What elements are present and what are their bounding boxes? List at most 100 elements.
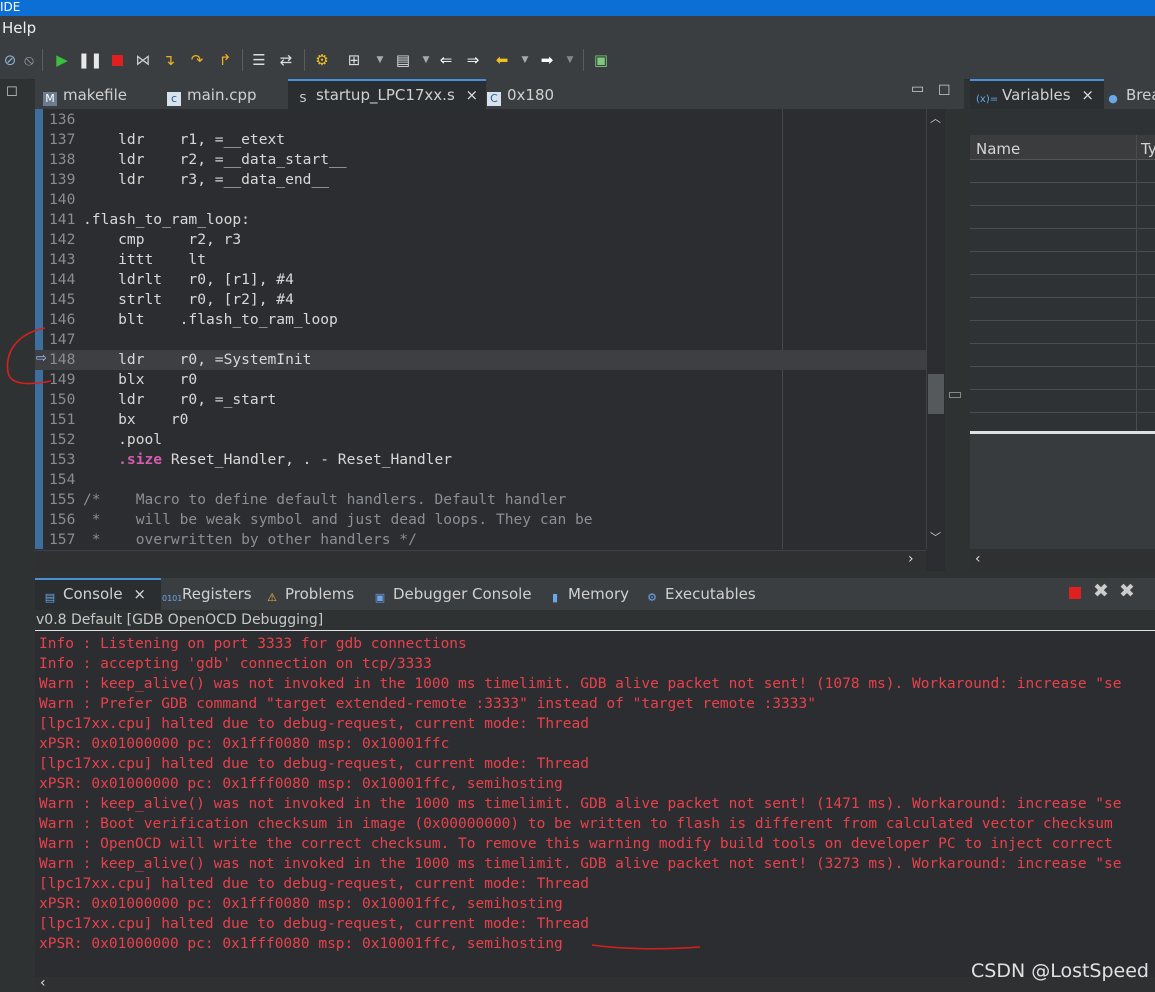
terminate-icon[interactable] <box>1069 587 1081 599</box>
variables-table-header: Name Ty <box>970 135 1155 160</box>
scroll-down-icon[interactable]: ﹀ <box>930 529 941 545</box>
back-icon[interactable]: ⇐ <box>437 51 455 69</box>
chevron-down-icon[interactable]: ▼ <box>417 51 435 69</box>
line-number: 137 <box>49 131 76 148</box>
tab-makefile[interactable]: Mmakefile <box>43 79 127 109</box>
tab-memory[interactable]: ▮ Memory <box>548 578 629 608</box>
tab-label: makefile <box>63 86 128 104</box>
code-keyword: .size <box>83 451 163 468</box>
code-line: 136 <box>49 110 926 130</box>
skip-breakpoints-icon[interactable]: ⊘ <box>1 51 19 69</box>
tab-breakpoints[interactable]: ● Brea <box>1106 79 1155 109</box>
console-icon: ▤ <box>44 591 56 604</box>
skip-breakpoints-icon[interactable]: ⦸ <box>20 51 38 69</box>
tab-registers[interactable]: 0101Registers <box>162 578 252 608</box>
tab-debugger-console[interactable]: ▣ Debugger Console <box>373 578 532 608</box>
console-line: Warn : Boot verification checksum in ima… <box>39 816 1113 832</box>
terminate-icon[interactable] <box>108 51 126 69</box>
debug-config-icon[interactable]: ⊞ <box>345 51 363 69</box>
chevron-down-icon[interactable]: ▼ <box>561 51 579 69</box>
new-window-icon[interactable]: ▣ <box>592 51 610 69</box>
maximize-icon[interactable]: ☐ <box>938 83 951 99</box>
code-text: * overwritten by other handlers */ <box>83 531 417 548</box>
console-line: Warn : keep_alive() was not invoked in t… <box>39 796 1122 812</box>
variables-horizontal-scrollbar[interactable]: ‹ <box>970 550 1155 571</box>
tab-startup-lpc17xx[interactable]: Sstartup_LPC17xx.s × <box>288 79 486 111</box>
line-number: 145 <box>49 291 76 308</box>
code-text: ittt lt <box>83 251 207 268</box>
scroll-up-icon[interactable]: ︿ <box>930 110 941 126</box>
external-tool-icon[interactable]: ▤ <box>394 51 412 69</box>
code-line: 143 ittt lt <box>49 250 926 270</box>
scroll-left-icon[interactable]: ‹ <box>975 551 981 567</box>
line-number: 138 <box>49 151 76 168</box>
variables-detail-pane <box>970 434 1155 549</box>
editor-vertical-scrollbar[interactable]: ︿ ﹀ <box>926 109 945 549</box>
line-number: 152 <box>49 431 76 448</box>
menu-help[interactable]: Help <box>2 16 36 41</box>
table-row <box>970 390 1155 413</box>
resume-icon[interactable]: ▶ <box>53 51 71 69</box>
restart-icon[interactable]: ⇄ <box>277 51 295 69</box>
line-number: 155 <box>49 491 76 508</box>
close-icon[interactable]: × <box>466 86 479 104</box>
disconnect-icon[interactable]: ⋈ <box>134 51 152 69</box>
line-number: 157 <box>49 531 76 548</box>
code-line: 150 ldr r0, =_start <box>49 390 926 410</box>
remove-launch-icon[interactable]: ✖ <box>1093 580 1109 602</box>
code-editor[interactable]: 136 137 ldr r1, =__etext 138 ldr r2, =__da… <box>35 109 964 571</box>
code-text: bx r0 <box>83 411 189 428</box>
remove-all-launches-icon[interactable]: ✖ <box>1119 580 1135 602</box>
tab-main-cpp[interactable]: c main.cpp <box>167 79 257 109</box>
left-panel-strip: ☐ <box>0 79 30 992</box>
table-row <box>970 275 1155 298</box>
step-return-icon[interactable]: ↱ <box>216 51 234 69</box>
code-line: 137 ldr r1, =__etext <box>49 130 926 150</box>
maximize-icon[interactable]: ☐ <box>6 85 18 100</box>
step-over-icon[interactable]: ↷ <box>188 51 206 69</box>
tab-label: startup_LPC17xx.s <box>316 86 455 104</box>
step-into-icon[interactable]: ↴ <box>160 51 178 69</box>
variables-icon: (x)= <box>976 94 999 105</box>
tab-problems[interactable]: ⚠ Problems <box>265 578 354 608</box>
console-line: [lpc17xx.cpu] halted due to debug-reques… <box>39 916 589 932</box>
column-type[interactable]: Ty <box>1141 135 1155 163</box>
suspend-icon[interactable]: ❚❚ <box>77 51 102 69</box>
tab-console[interactable]: ▤ Console × <box>35 578 161 610</box>
column-name[interactable]: Name <box>976 135 1020 163</box>
scroll-right-icon[interactable]: › <box>908 551 914 567</box>
editor-horizontal-scrollbar[interactable]: › <box>35 550 926 571</box>
tab-label: Executables <box>665 585 756 603</box>
code-line: 149 blx r0 <box>49 370 926 390</box>
breakpoints-icon: ● <box>1108 92 1118 105</box>
build-icon[interactable]: ⚙ <box>313 51 331 69</box>
instruction-stepping-icon[interactable]: ☰ <box>250 51 268 69</box>
tab-variables[interactable]: (x)= Variables × <box>970 79 1104 111</box>
cpp-file-icon: c <box>167 92 181 106</box>
console-line: Info : Listening on port 3333 for gdb co… <box>39 636 467 652</box>
chevron-down-icon[interactable]: ▼ <box>371 51 389 69</box>
table-row <box>970 206 1155 229</box>
close-icon[interactable]: × <box>1081 86 1094 104</box>
scrollbar-thumb[interactable] <box>928 374 944 414</box>
minimize-icon[interactable]: ▭ <box>911 81 924 97</box>
code-text: cmp r2, r3 <box>83 231 242 248</box>
menu-bar: Help <box>0 16 1155 41</box>
next-edit-icon[interactable]: ➡ <box>538 51 556 69</box>
code-line: 153 .size Reset_Handler, . - Reset_Handl… <box>49 450 926 470</box>
console-line: Warn : keep_alive() was not invoked in t… <box>39 676 1122 692</box>
code-text: ldr r0, =SystemInit <box>83 351 312 368</box>
tab-0x180[interactable]: C 0x180 <box>487 79 554 109</box>
forward-icon[interactable]: ⇒ <box>464 51 482 69</box>
window-title-bar: IDE <box>0 0 1155 16</box>
tab-executables[interactable]: ⚙ Executables <box>645 578 756 608</box>
console-output[interactable]: Info : Listening on port 3333 for gdb co… <box>35 631 1155 977</box>
code-text: /* Macro to define default handlers. Def… <box>83 491 567 508</box>
executables-icon: ⚙ <box>647 591 657 604</box>
chevron-down-icon[interactable]: ▼ <box>516 51 534 69</box>
close-icon[interactable]: × <box>133 585 146 603</box>
scroll-left-icon[interactable]: ‹ <box>40 975 46 991</box>
code-text: .pool <box>83 431 163 448</box>
window-title: IDE <box>0 0 21 14</box>
prev-edit-icon[interactable]: ⬅ <box>493 51 511 69</box>
